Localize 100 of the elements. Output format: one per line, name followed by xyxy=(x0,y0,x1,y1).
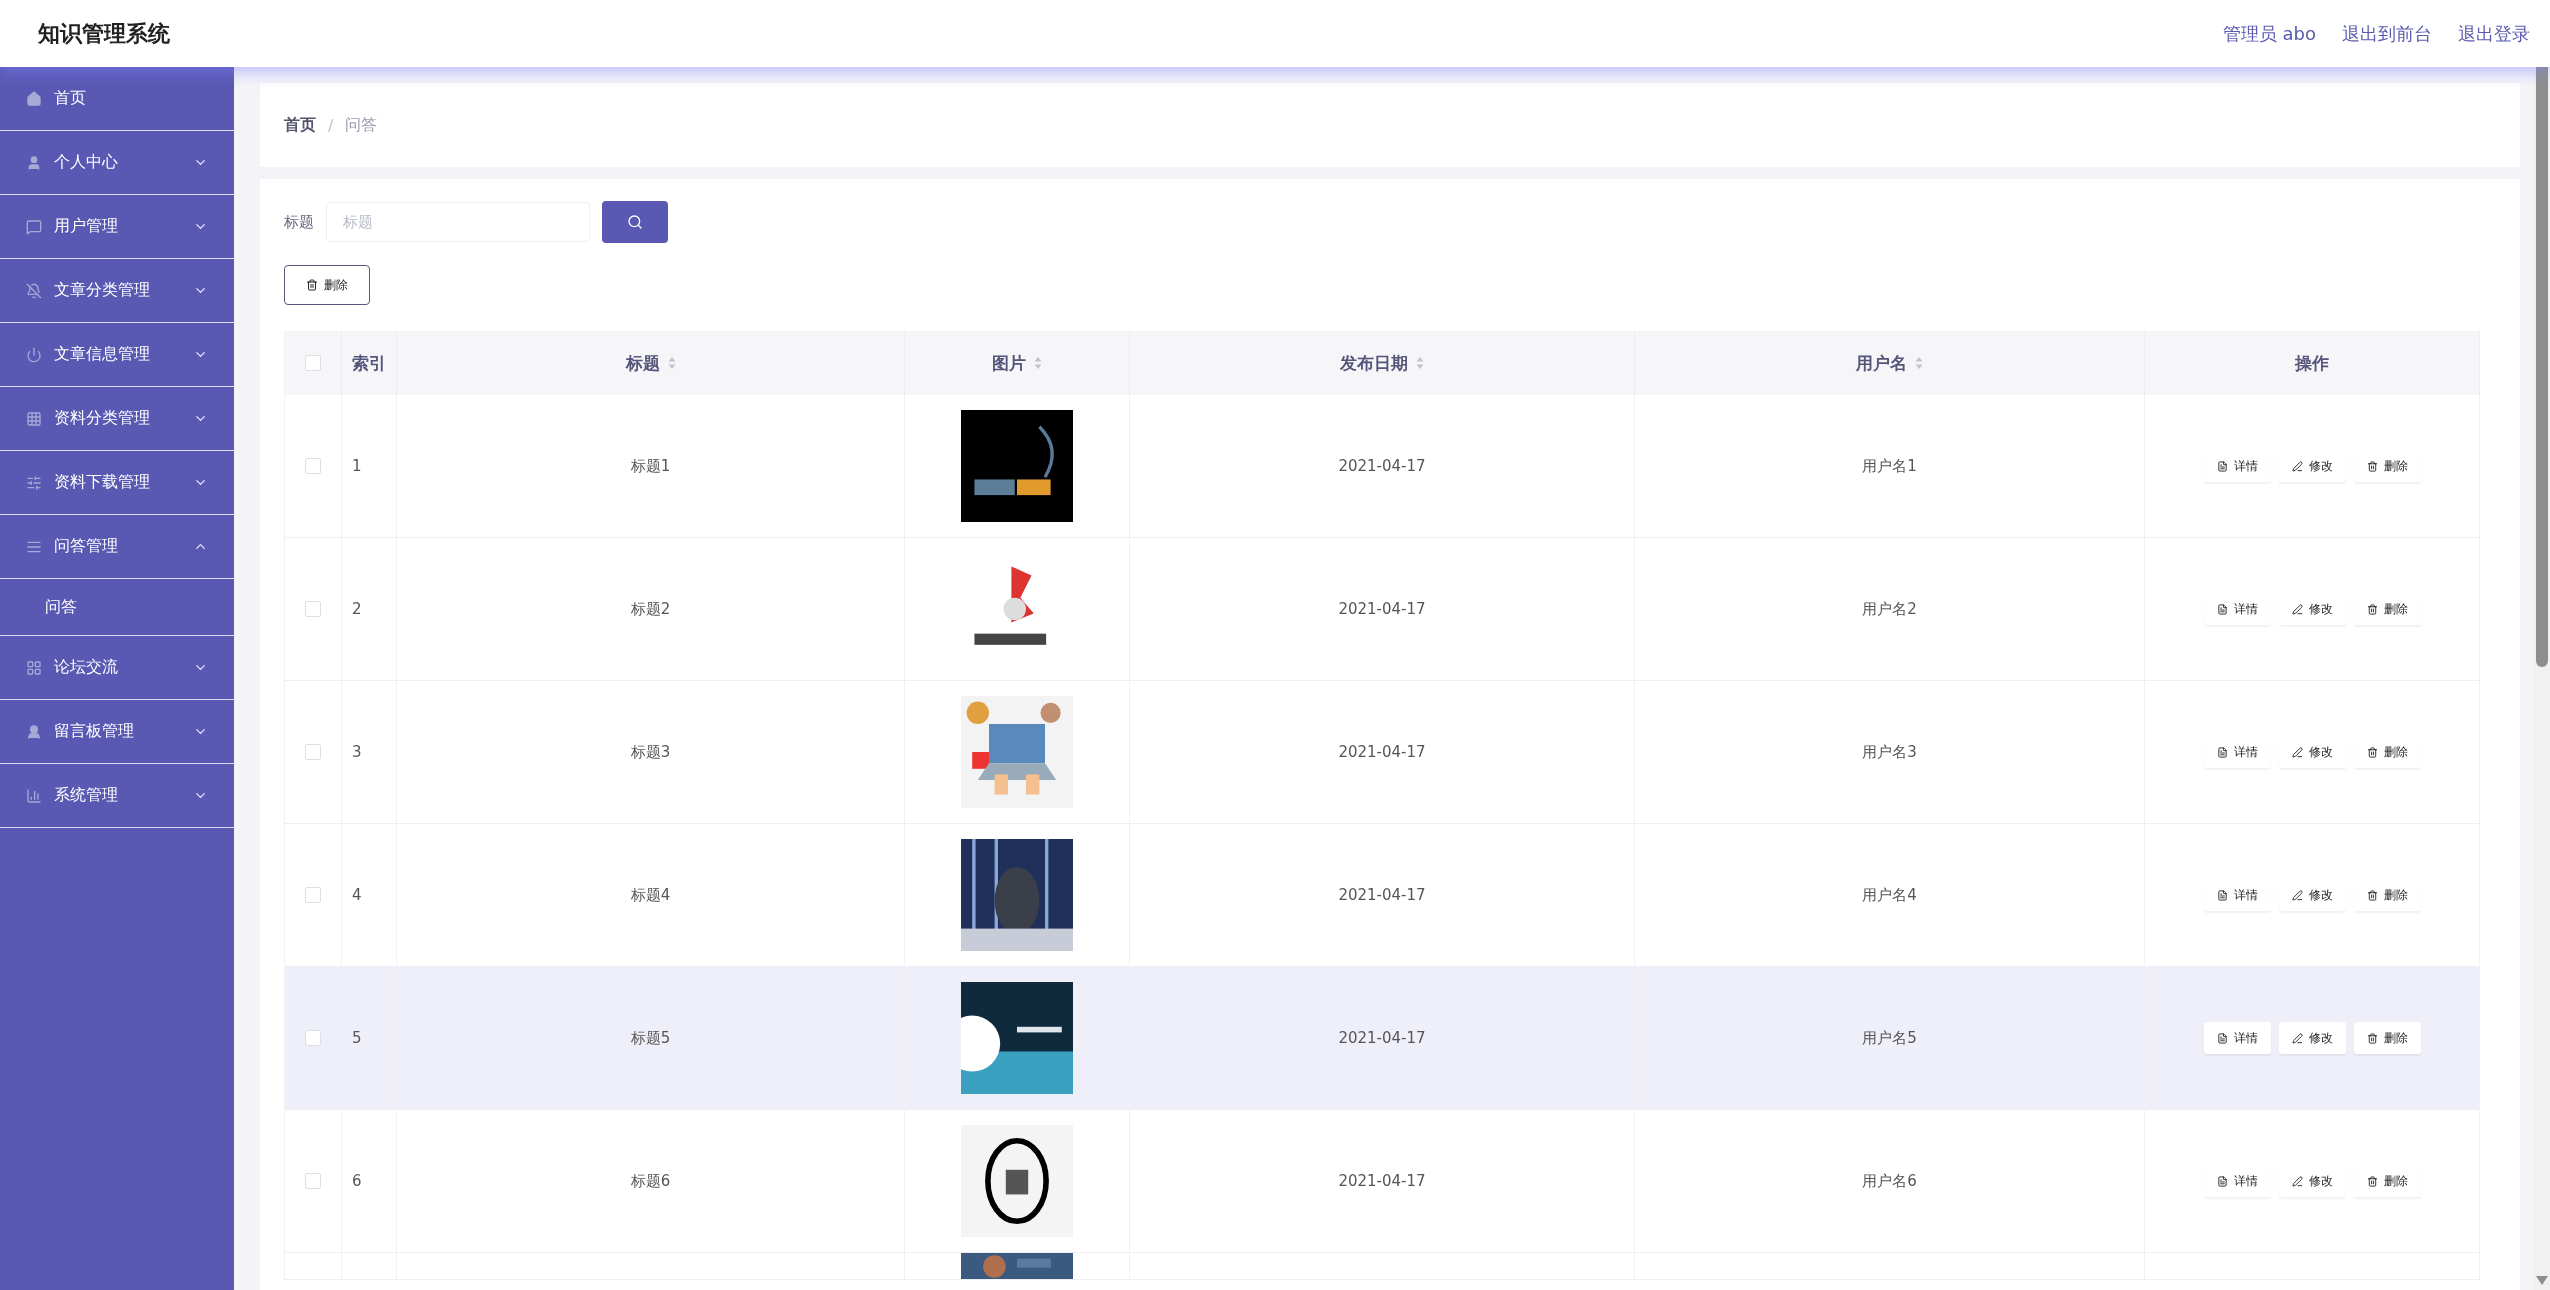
delete-button[interactable]: 删除 xyxy=(2353,1165,2421,1197)
details-button[interactable]: 详情 xyxy=(2203,593,2271,625)
sidebar-item[interactable]: 首页 xyxy=(0,67,234,131)
trash-icon xyxy=(2366,1175,2378,1187)
sidebar-label: 问答管理 xyxy=(54,536,119,557)
scrollbar[interactable] xyxy=(2534,67,2550,1290)
column-header[interactable]: 图片 xyxy=(905,331,1130,395)
sidebar-item[interactable]: 留言板管理 xyxy=(0,700,234,764)
delete-button[interactable]: 删除 xyxy=(284,265,370,305)
table-cell: 6 xyxy=(342,1110,397,1253)
sort-icon[interactable] xyxy=(667,356,676,370)
app-title: 知识管理系统 xyxy=(38,19,170,48)
row-checkbox[interactable] xyxy=(305,1030,321,1046)
breadcrumb-item: 问答 xyxy=(345,114,378,136)
grid-icon xyxy=(26,410,42,427)
search-label: 标题 xyxy=(284,212,314,232)
chat-icon xyxy=(26,218,42,235)
trash-icon xyxy=(2366,746,2378,758)
search-field[interactable]: 标题 xyxy=(326,202,590,242)
edit-button[interactable]: 修改 xyxy=(2278,879,2346,911)
sidebar-item[interactable]: 用户管理 xyxy=(0,195,234,259)
pen-icon xyxy=(2291,1175,2303,1187)
search-icon xyxy=(627,214,643,230)
column-header[interactable]: 用户名 xyxy=(1635,331,2145,395)
scrollbar-thumb[interactable] xyxy=(2536,67,2548,667)
search-button[interactable] xyxy=(602,201,668,243)
sidebar-label: 文章信息管理 xyxy=(54,344,151,365)
row-checkbox[interactable] xyxy=(305,887,321,903)
table-cell: 2021-04-17 xyxy=(1130,1110,1635,1253)
sidebar-item[interactable]: 资料分类管理 xyxy=(0,387,234,451)
header-link[interactable]: 退出到前台 xyxy=(2342,21,2432,46)
sidebar-item[interactable]: 资料下载管理 xyxy=(0,451,234,515)
table-cell: 用户名6 xyxy=(1635,1110,2145,1253)
details-button[interactable]: 详情 xyxy=(2203,879,2271,911)
sidebar-label: 留言板管理 xyxy=(54,721,135,742)
sidebar-label: 文章分类管理 xyxy=(54,280,151,301)
person-icon xyxy=(26,723,42,740)
delete-button[interactable]: 删除 xyxy=(2353,1022,2421,1054)
header-link[interactable]: 管理员 abo xyxy=(2222,21,2316,46)
sidebar-item[interactable]: 文章信息管理 xyxy=(0,323,234,387)
sidebar-item[interactable]: 个人中心 xyxy=(0,131,234,195)
bar-chart-icon xyxy=(26,787,42,804)
row-checkbox[interactable] xyxy=(305,744,321,760)
sidebar-label: 资料下载管理 xyxy=(54,472,151,493)
scroll-down-icon[interactable] xyxy=(2536,1276,2548,1286)
trash-icon xyxy=(2366,460,2378,472)
document-icon xyxy=(2216,889,2228,901)
sort-icon[interactable] xyxy=(1034,356,1042,370)
delete-button[interactable]: 删除 xyxy=(2353,879,2421,911)
column-header: 索引 xyxy=(342,331,397,395)
sidebar-item[interactable]: 论坛交流 xyxy=(0,636,234,700)
document-icon xyxy=(2216,603,2228,615)
column-header[interactable]: 发布日期 xyxy=(1130,331,1635,395)
details-button[interactable]: 详情 xyxy=(2203,736,2271,768)
sidebar-item[interactable]: 系统管理 xyxy=(0,764,234,828)
document-icon xyxy=(2216,746,2228,758)
delete-button[interactable]: 删除 xyxy=(2353,593,2421,625)
delete-button[interactable]: 删除 xyxy=(2353,736,2421,768)
sidebar-item[interactable]: 问答管理 xyxy=(0,515,234,579)
sort-icon[interactable] xyxy=(1416,356,1424,370)
grid-icon xyxy=(26,659,42,676)
pen-icon xyxy=(2291,889,2303,901)
row-checkbox[interactable] xyxy=(305,458,321,474)
header-link[interactable]: 退出登录 xyxy=(2458,21,2530,46)
pen-icon xyxy=(2291,746,2303,758)
sidebar-subitem[interactable]: 问答 xyxy=(0,579,234,636)
sliders-icon xyxy=(26,474,42,491)
edit-button[interactable]: 修改 xyxy=(2278,1165,2346,1197)
sidebar-label: 论坛交流 xyxy=(54,657,119,678)
sidebar-label: 系统管理 xyxy=(54,785,119,806)
column-header[interactable]: 标题 xyxy=(397,331,905,395)
sidebar-item[interactable]: 文章分类管理 xyxy=(0,259,234,323)
breadcrumb-separator: / xyxy=(328,115,334,135)
breadcrumb-item[interactable]: 首页 xyxy=(284,114,316,136)
sort-icon[interactable] xyxy=(1915,356,1923,370)
document-icon xyxy=(2216,1175,2228,1187)
edit-button[interactable]: 修改 xyxy=(2278,736,2346,768)
pen-icon xyxy=(2291,1032,2303,1044)
details-button[interactable]: 详情 xyxy=(2203,1165,2271,1197)
row-checkbox[interactable] xyxy=(305,1173,321,1189)
details-button[interactable]: 详情 xyxy=(2203,1022,2271,1054)
house-icon xyxy=(26,90,42,107)
details-button[interactable]: 详情 xyxy=(2203,450,2271,482)
edit-button[interactable]: 修改 xyxy=(2278,450,2346,482)
edit-button[interactable]: 修改 xyxy=(2278,1022,2346,1054)
edit-button[interactable]: 修改 xyxy=(2278,593,2346,625)
trash-icon xyxy=(2366,1032,2378,1044)
delete-button[interactable]: 删除 xyxy=(2353,450,2421,482)
trash-icon xyxy=(2366,603,2378,615)
select-all-checkbox[interactable] xyxy=(305,355,321,371)
pen-icon xyxy=(2291,603,2303,615)
trash-icon xyxy=(2366,889,2378,901)
sidebar-label: 用户管理 xyxy=(54,216,119,237)
table-cell: 标题6 xyxy=(397,1110,905,1253)
row-checkbox[interactable] xyxy=(305,601,321,617)
bell-off-icon xyxy=(26,282,42,299)
person-icon xyxy=(26,154,42,171)
power-icon xyxy=(26,346,42,363)
sidebar-label: 个人中心 xyxy=(54,152,119,173)
document-icon xyxy=(2216,460,2228,472)
